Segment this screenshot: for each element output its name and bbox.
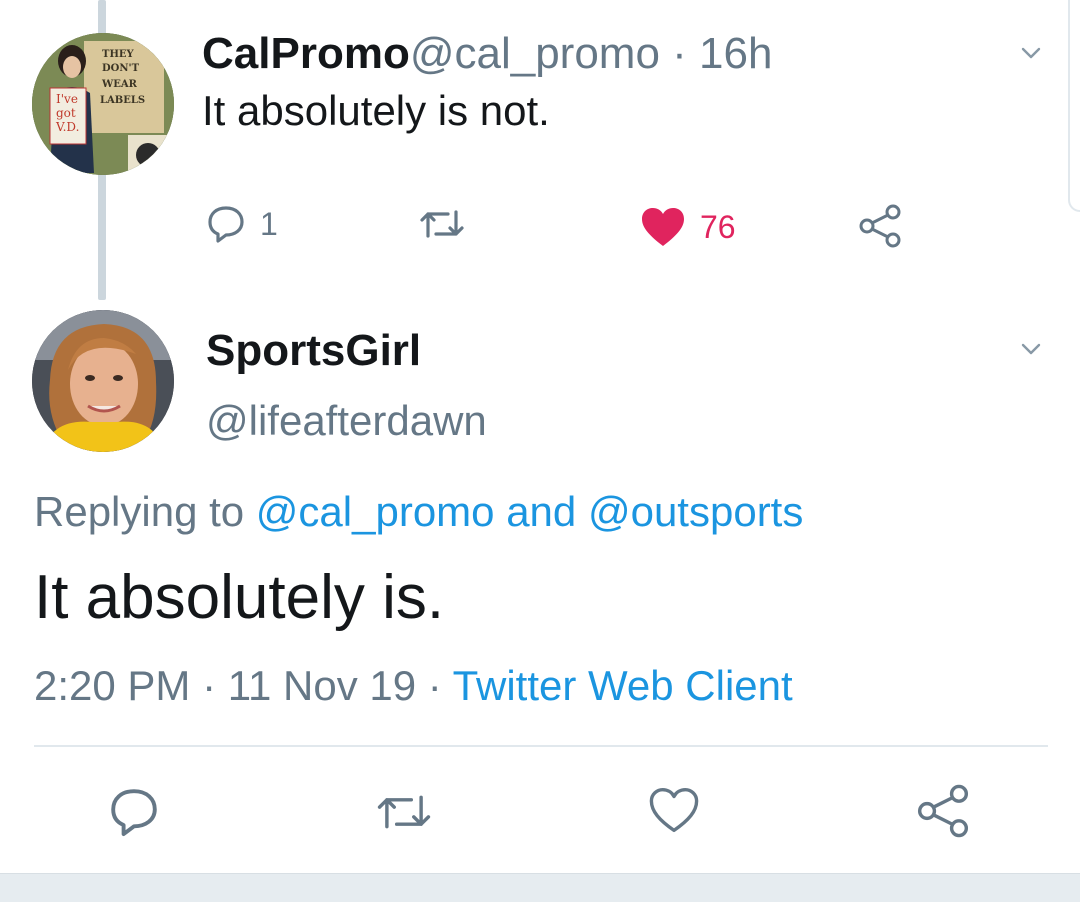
tweet1-header[interactable]: CalPromo@cal_promo · 16h <box>202 30 772 78</box>
svg-text:V.D.: V.D. <box>55 120 79 134</box>
replying-to: Replying to @cal_promo and @outsports <box>34 488 803 536</box>
meta-dot: · <box>416 662 453 709</box>
avatar-text-ive: I've <box>56 92 78 106</box>
tweet2-display-name[interactable]: SportsGirl <box>206 327 421 375</box>
tweet2-share-button[interactable] <box>916 784 970 838</box>
share-icon <box>916 784 970 838</box>
svg-text:WEAR: WEAR <box>101 79 138 90</box>
tweet1-text: It absolutely is not. <box>202 87 550 134</box>
tweet1-reply-count: 1 <box>260 205 278 242</box>
reply-icon <box>206 204 246 244</box>
chevron-down-icon[interactable] <box>1020 42 1042 64</box>
mention-and: and <box>494 488 588 535</box>
tweet2-like-button[interactable] <box>648 786 700 834</box>
retweet-icon <box>374 790 434 834</box>
svg-text:got: got <box>56 106 76 120</box>
tweet1-handle[interactable]: @cal_promo <box>410 29 660 78</box>
tweet1-time[interactable]: 16h <box>699 29 772 78</box>
tweet2-date[interactable]: 11 Nov 19 <box>228 662 416 709</box>
tweet2-text: It absolutely is. <box>34 563 445 632</box>
bottom-bar <box>0 873 1080 902</box>
tweet2-handle[interactable]: @lifeafterdawn <box>206 397 487 445</box>
share-icon <box>858 204 902 248</box>
tweet2-retweet-button[interactable] <box>374 790 434 834</box>
divider <box>34 745 1048 747</box>
retweet-icon <box>418 206 466 242</box>
tweet1-separator: · <box>659 29 700 78</box>
replying-prefix: Replying to <box>34 488 256 535</box>
tweet1-share-button[interactable] <box>858 204 902 248</box>
svg-text:LABELS: LABELS <box>100 95 145 106</box>
tweet1-display-name[interactable]: CalPromo <box>202 29 410 78</box>
tweet2-client[interactable]: Twitter Web Client <box>453 662 793 709</box>
tweet1-like-button[interactable]: 76 <box>640 206 736 248</box>
tweet2-meta: 2:20 PM · 11 Nov 19 · Twitter Web Client <box>34 662 793 710</box>
avatar-calpromo[interactable]: I've got V.D. THEY DON'T WEAR LABELS <box>32 33 174 175</box>
like-icon <box>640 206 686 248</box>
meta-dot: · <box>190 662 228 709</box>
svg-text:THEY: THEY <box>102 49 135 60</box>
like-icon <box>648 786 700 834</box>
tweet1-retweet-button[interactable] <box>418 206 466 242</box>
tweet2-reply-button[interactable] <box>108 786 160 838</box>
overlay-edge <box>1068 0 1080 212</box>
mention-outsports[interactable]: @outsports <box>588 488 803 535</box>
reply-icon <box>108 786 160 838</box>
svg-text:DON'T: DON'T <box>102 63 140 74</box>
tweet1-like-count: 76 <box>700 208 736 245</box>
chevron-down-icon[interactable] <box>1020 338 1042 360</box>
tweet2-time[interactable]: 2:20 PM <box>34 662 190 709</box>
avatar-sportsgirl[interactable] <box>32 310 174 452</box>
tweet1-reply-button[interactable]: 1 <box>206 204 278 244</box>
mention-cal-promo[interactable]: @cal_promo <box>256 488 495 535</box>
